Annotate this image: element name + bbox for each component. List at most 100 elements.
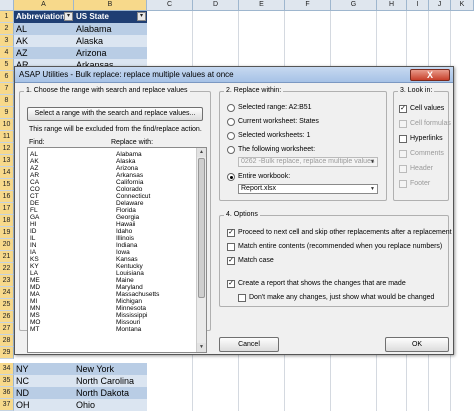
workbook-select[interactable]: Report.xlsx ▼ [238, 184, 378, 194]
filter-dropdown-icon[interactable]: ▾ [64, 12, 73, 21]
row-header[interactable]: 35 [0, 375, 14, 387]
scroll-up-icon[interactable]: ▲ [197, 148, 206, 157]
entire-workbook-radio[interactable] [227, 173, 235, 181]
cell[interactable]: Alabama [74, 23, 147, 35]
current-worksheet-radio[interactable] [227, 118, 235, 126]
match-case-checkbox[interactable]: ✓ [227, 257, 235, 265]
column-header-i[interactable]: I [407, 0, 429, 11]
comments-checkbox[interactable] [399, 150, 407, 158]
cell[interactable]: AL [14, 23, 74, 35]
cell-formulas-checkbox[interactable] [399, 120, 407, 128]
row-header[interactable]: 9 [0, 107, 14, 119]
row-header[interactable]: 17 [0, 203, 14, 215]
find-replace-list[interactable]: AL Alabama AK Alaska AZ Arizona AR Arkansas … [27, 147, 207, 353]
match-entire-checkbox[interactable] [227, 243, 235, 251]
row-header[interactable]: 3 [0, 35, 14, 47]
selected-worksheets-radio[interactable] [227, 132, 235, 140]
selected-range-label[interactable]: Selected range: A2:B51 [238, 104, 312, 111]
column-header-k[interactable]: K [451, 0, 474, 11]
cell[interactable]: AK [14, 35, 74, 47]
hyperlinks-label[interactable]: Hyperlinks [410, 135, 443, 142]
dont-make-changes-label[interactable]: Don't make any changes, just show what w… [249, 294, 434, 301]
following-worksheet-label[interactable]: The following worksheet: [238, 146, 315, 153]
cell[interactable]: North Carolina [74, 375, 147, 387]
selected-range-radio[interactable] [227, 104, 235, 112]
create-report-checkbox[interactable]: ✓ [227, 280, 235, 288]
column-header-j[interactable]: J [429, 0, 451, 11]
selected-worksheets-label[interactable]: Selected worksheets: 1 [238, 132, 310, 139]
header-checkbox[interactable] [399, 165, 407, 173]
row-header[interactable]: 8 [0, 95, 14, 107]
current-worksheet-label[interactable]: Current worksheet: States [238, 118, 319, 125]
row-header[interactable]: 25 [0, 299, 14, 311]
row-header[interactable]: 19 [0, 227, 14, 239]
row-header[interactable]: 27 [0, 323, 14, 335]
column-header-f[interactable]: F [285, 0, 331, 11]
dialog-title-bar[interactable]: ASAP Utilities - Bulk replace: replace m… [15, 67, 453, 83]
cell[interactable]: AZ [14, 47, 74, 59]
row-header[interactable]: 11 [0, 131, 14, 143]
column-header-a[interactable]: A [14, 0, 74, 11]
row-header[interactable]: 36 [0, 387, 14, 399]
cell[interactable]: ND [14, 387, 74, 399]
column-header-h[interactable]: H [377, 0, 407, 11]
row-header[interactable]: 24 [0, 287, 14, 299]
row-header[interactable]: 15 [0, 179, 14, 191]
row-header[interactable]: 16 [0, 191, 14, 203]
cell[interactable]: Arizona [74, 47, 147, 59]
row-header[interactable]: 7 [0, 83, 14, 95]
scroll-thumb[interactable] [198, 158, 205, 298]
row-header[interactable]: 23 [0, 275, 14, 287]
select-all-corner[interactable] [0, 0, 14, 11]
cell-formulas-label[interactable]: Cell formulas [410, 120, 451, 127]
header-label[interactable]: Header [410, 165, 433, 172]
footer-label[interactable]: Footer [410, 180, 430, 187]
create-report-label[interactable]: Create a report that shows the changes t… [238, 280, 406, 287]
row-header[interactable]: 1 [0, 11, 14, 23]
column-header-b[interactable]: B [74, 0, 147, 11]
scroll-down-icon[interactable]: ▼ [197, 343, 206, 352]
cell[interactable]: Alaska [74, 35, 147, 47]
filter-dropdown-icon[interactable]: ▾ [137, 12, 146, 21]
row-header[interactable]: 28 [0, 335, 14, 347]
row-header[interactable]: 14 [0, 167, 14, 179]
column-header-c[interactable]: C [147, 0, 193, 11]
row-header[interactable]: 21 [0, 251, 14, 263]
cell[interactable]: New York [74, 363, 147, 375]
entire-workbook-label[interactable]: Entire workbook: [238, 173, 290, 180]
match-entire-label[interactable]: Match entire contents (recommended when … [238, 243, 442, 250]
row-header[interactable]: 20 [0, 239, 14, 251]
close-icon[interactable]: X [410, 69, 450, 81]
cancel-button[interactable]: Cancel [219, 337, 279, 352]
row-header[interactable]: 4 [0, 47, 14, 59]
column-header-g[interactable]: G [331, 0, 377, 11]
following-worksheet-select[interactable]: 0262 -Bulk replace, replace multiple val… [238, 157, 378, 167]
cell-values-checkbox[interactable]: ✓ [399, 105, 407, 113]
column-header-d[interactable]: D [193, 0, 239, 11]
row-header[interactable]: 37 [0, 399, 14, 411]
row-header[interactable]: 34 [0, 363, 14, 375]
footer-checkbox[interactable] [399, 180, 407, 188]
row-header[interactable]: 12 [0, 143, 14, 155]
cell-values-label[interactable]: Cell values [410, 105, 444, 112]
following-worksheet-radio[interactable] [227, 146, 235, 154]
cell[interactable]: NY [14, 363, 74, 375]
column-header-e[interactable]: E [239, 0, 285, 11]
select-range-button[interactable]: Select a range with the search and repla… [27, 107, 203, 121]
hyperlinks-checkbox[interactable] [399, 135, 407, 143]
row-header[interactable]: 18 [0, 215, 14, 227]
cell[interactable]: OH [14, 399, 74, 411]
row-header[interactable]: 13 [0, 155, 14, 167]
cell[interactable]: NC [14, 375, 74, 387]
match-case-label[interactable]: Match case [238, 257, 274, 264]
list-scrollbar[interactable]: ▲ ▼ [196, 148, 206, 352]
proceed-next-cell-label[interactable]: Proceed to next cell and skip other repl… [238, 229, 452, 236]
row-header[interactable]: 5 [0, 59, 14, 71]
row-header[interactable]: 6 [0, 71, 14, 83]
row-header[interactable]: 10 [0, 119, 14, 131]
row-header[interactable]: 22 [0, 263, 14, 275]
ok-button[interactable]: OK [385, 337, 449, 352]
row-header[interactable]: 2 [0, 23, 14, 35]
row-header[interactable]: 29 [0, 347, 14, 359]
proceed-next-cell-checkbox[interactable]: ✓ [227, 229, 235, 237]
